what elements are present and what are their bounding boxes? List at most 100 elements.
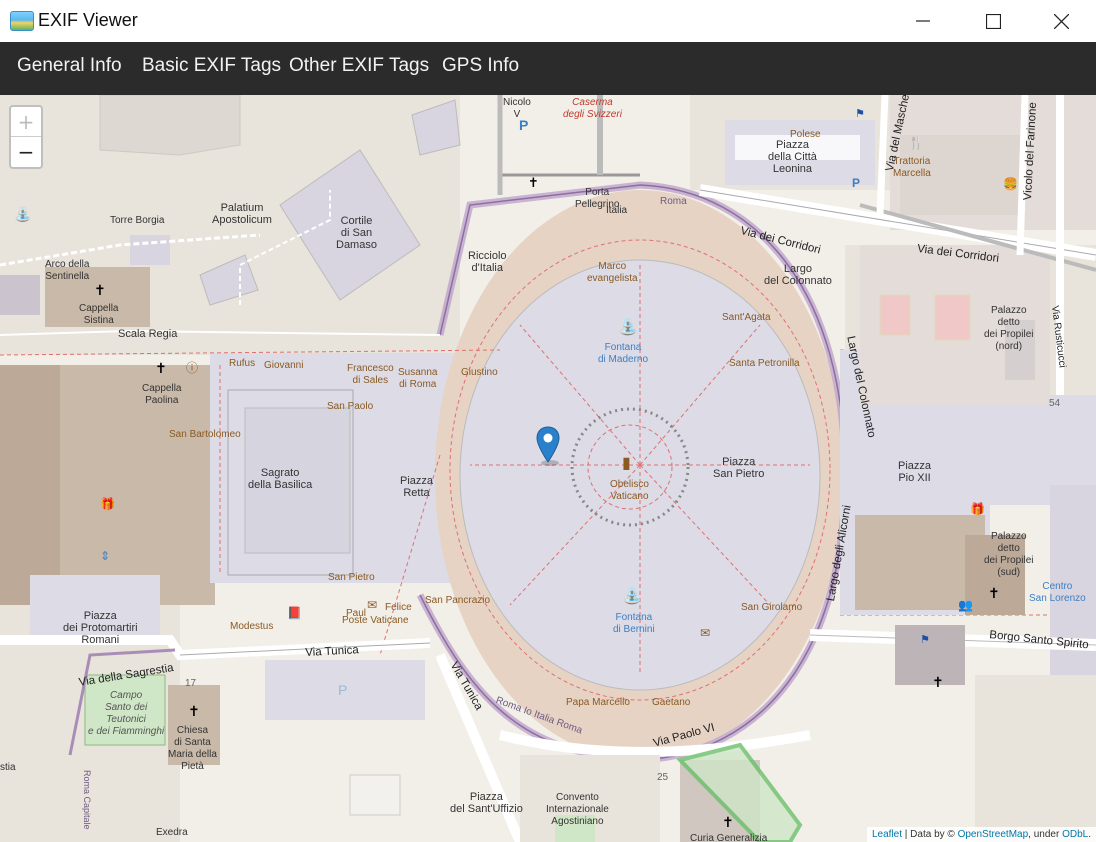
flag-icon-2: ⚑ [855, 108, 865, 120]
label-rufus: Rufus [229, 358, 256, 369]
restaurant-icon: 🍴 [908, 135, 925, 150]
label-san-pietro-lower: San Pietro [328, 572, 375, 583]
label-largo-colonnato: Largo del Colonnato [764, 263, 832, 287]
label-santa-petronilla: Santa Petronilla [729, 358, 800, 369]
close-button[interactable] [1026, 0, 1096, 42]
label-piazza-retta: Piazza Retta [400, 475, 434, 499]
label-piazza-santuffizio: Piazza del Sant'Uffizio [450, 791, 523, 815]
info-icon: ⓘ [186, 361, 199, 375]
label-piazza-san-pietro: Piazza San Pietro [713, 456, 765, 480]
tab-bar: General Info Basic EXIF Tags Other EXIF … [0, 42, 1096, 95]
label-cortile: Cortile di San Damaso [336, 215, 377, 251]
post-office-icon: ✉ [367, 598, 378, 612]
tab-basic-exif-tags[interactable]: Basic EXIF Tags [142, 55, 281, 77]
minimize-icon [916, 20, 930, 22]
label-caserma: Caserma degli Svizzeri [563, 97, 622, 120]
label-obelisco: Obelisco Vaticano [610, 479, 649, 502]
zoom-out-button[interactable]: − [11, 137, 41, 166]
close-icon [1053, 13, 1069, 29]
label-gaetano: Gaetano [652, 697, 691, 708]
church-cross-icon-7: ✝ [722, 814, 734, 830]
maximize-icon [985, 13, 1001, 29]
fountain-icon: ⛲ [618, 319, 638, 336]
obelisk-icon: ▮ [622, 455, 631, 472]
label-palatium: Palatium Apostolicum [212, 202, 272, 226]
church-cross-icon-6: ✝ [188, 703, 200, 719]
label-san-paolo: San Paolo [327, 401, 374, 412]
label-ricciolo: Ricciolo d'Italia [468, 250, 507, 274]
label-torre-borgia: Torre Borgia [110, 215, 165, 226]
label-felice: Felice [385, 602, 412, 613]
label-cappella-paolina: Cappella Paolina [142, 383, 182, 406]
label-number-17: 17 [185, 678, 197, 689]
church-cross-icon-4: ✝ [988, 585, 1000, 601]
parking-icon-3: P [852, 176, 861, 190]
flag-icon: ⚑ [920, 634, 930, 646]
location-marker-icon[interactable] [536, 426, 560, 466]
parking-icon: P [519, 117, 529, 133]
zoom-in-button[interactable]: + [11, 107, 41, 137]
label-convento: Convento Internazionale Agostiniano [546, 792, 609, 827]
label-roma-top: Roma [660, 196, 687, 207]
odbl-link[interactable]: ODbL [1062, 829, 1088, 840]
tab-gps-info[interactable]: GPS Info [442, 55, 519, 77]
minimize-button[interactable] [888, 0, 958, 42]
label-marco: Marco evangelista [587, 261, 638, 284]
label-roma-capitale: Roma Capitale [82, 770, 92, 830]
label-piazza-citta: Piazza della Città Leonina [768, 139, 817, 175]
label-piazza-protomartiri: Piazza dei Protomartiri Romani [63, 610, 138, 646]
label-trattoria: Trattoria Marcella [893, 156, 931, 179]
label-curia: Curia Generalizia [690, 833, 768, 842]
label-centro-lorenzo: Centro San Lorenzo [1029, 581, 1086, 604]
attribution-under: , under [1028, 829, 1063, 840]
label-san-bartolomeo: San Bartolomeo [169, 429, 241, 440]
title-bar: EXIF Viewer [0, 0, 1096, 42]
label-poste: Poste Vaticane [342, 615, 409, 626]
label-giovanni: Giovanni [264, 360, 304, 371]
post-box-icon: ✉ [700, 626, 711, 640]
label-sagrato: Sagrato della Basilica [248, 467, 313, 491]
map-attribution: Leaflet | Data by © OpenStreetMap, under… [866, 827, 1096, 842]
zoom-control: + − [9, 105, 43, 169]
church-cross-icon: ✝ [94, 282, 106, 298]
church-cross-icon-2: ✝ [155, 360, 167, 376]
label-palazzo-nord: Palazzo detto dei Propilei (nord) [984, 305, 1034, 352]
label-chiesa-pieta: Chiesa di Santa Maria della Pietà [168, 725, 217, 772]
label-fontana-bernini: Fontana di Bernini [613, 612, 655, 635]
label-italia-top: Italia [606, 205, 628, 216]
leaflet-link[interactable]: Leaflet [872, 829, 902, 840]
fountain-icon-3: ⛲ [14, 206, 32, 222]
label-san-girolamo: San Girolamo [741, 602, 803, 613]
fast-food-icon: 🍔 [1003, 177, 1018, 191]
label-scala-regia: Scala Regia [118, 328, 178, 340]
map-tiles [0, 95, 1096, 842]
app-photo-icon [10, 11, 34, 31]
label-modestus: Modestus [230, 621, 274, 632]
church-cross-icon-3: ✝ [528, 175, 539, 190]
gift-shop-icon: 🎁 [100, 497, 115, 511]
elevator-icon: ⇕ [100, 549, 111, 563]
osm-link[interactable]: OpenStreetMap [958, 829, 1029, 840]
label-santagata: Sant'Agata [722, 312, 771, 323]
label-giustino: Giustino [461, 367, 498, 378]
church-cross-icon-5: ✝ [932, 674, 944, 690]
label-number-25: 25 [657, 772, 669, 783]
label-francesco: Francesco di Sales [347, 363, 394, 386]
label-exedra: Exedra [156, 827, 188, 838]
tab-other-exif-tags[interactable]: Other EXIF Tags [289, 55, 429, 77]
label-piazza-pio: Piazza Pio XII [898, 460, 932, 484]
label-polese: Polese [790, 129, 821, 140]
label-arco: Arco della Sentinella [45, 259, 90, 282]
tab-general-info[interactable]: General Info [17, 55, 122, 77]
label-cappella-sistina: Cappella Sistina [79, 303, 119, 326]
map-view[interactable]: Nicolo V Caserma degli Svizzeri Porta Pelle… [0, 95, 1096, 842]
people-icon: 👥 [958, 598, 973, 612]
label-campo-santo: Campo Santo dei Teutonici e dei Fiamminghi [88, 690, 165, 737]
parking-icon-2: P [338, 682, 348, 698]
maximize-button[interactable] [958, 0, 1028, 42]
label-number-54: 54 [1049, 398, 1061, 409]
attribution-sep: | Data by © [902, 829, 958, 840]
label-susanna: Susanna di Roma [398, 367, 438, 390]
library-icon: 📕 [287, 606, 302, 620]
window-title: EXIF Viewer [38, 10, 138, 30]
